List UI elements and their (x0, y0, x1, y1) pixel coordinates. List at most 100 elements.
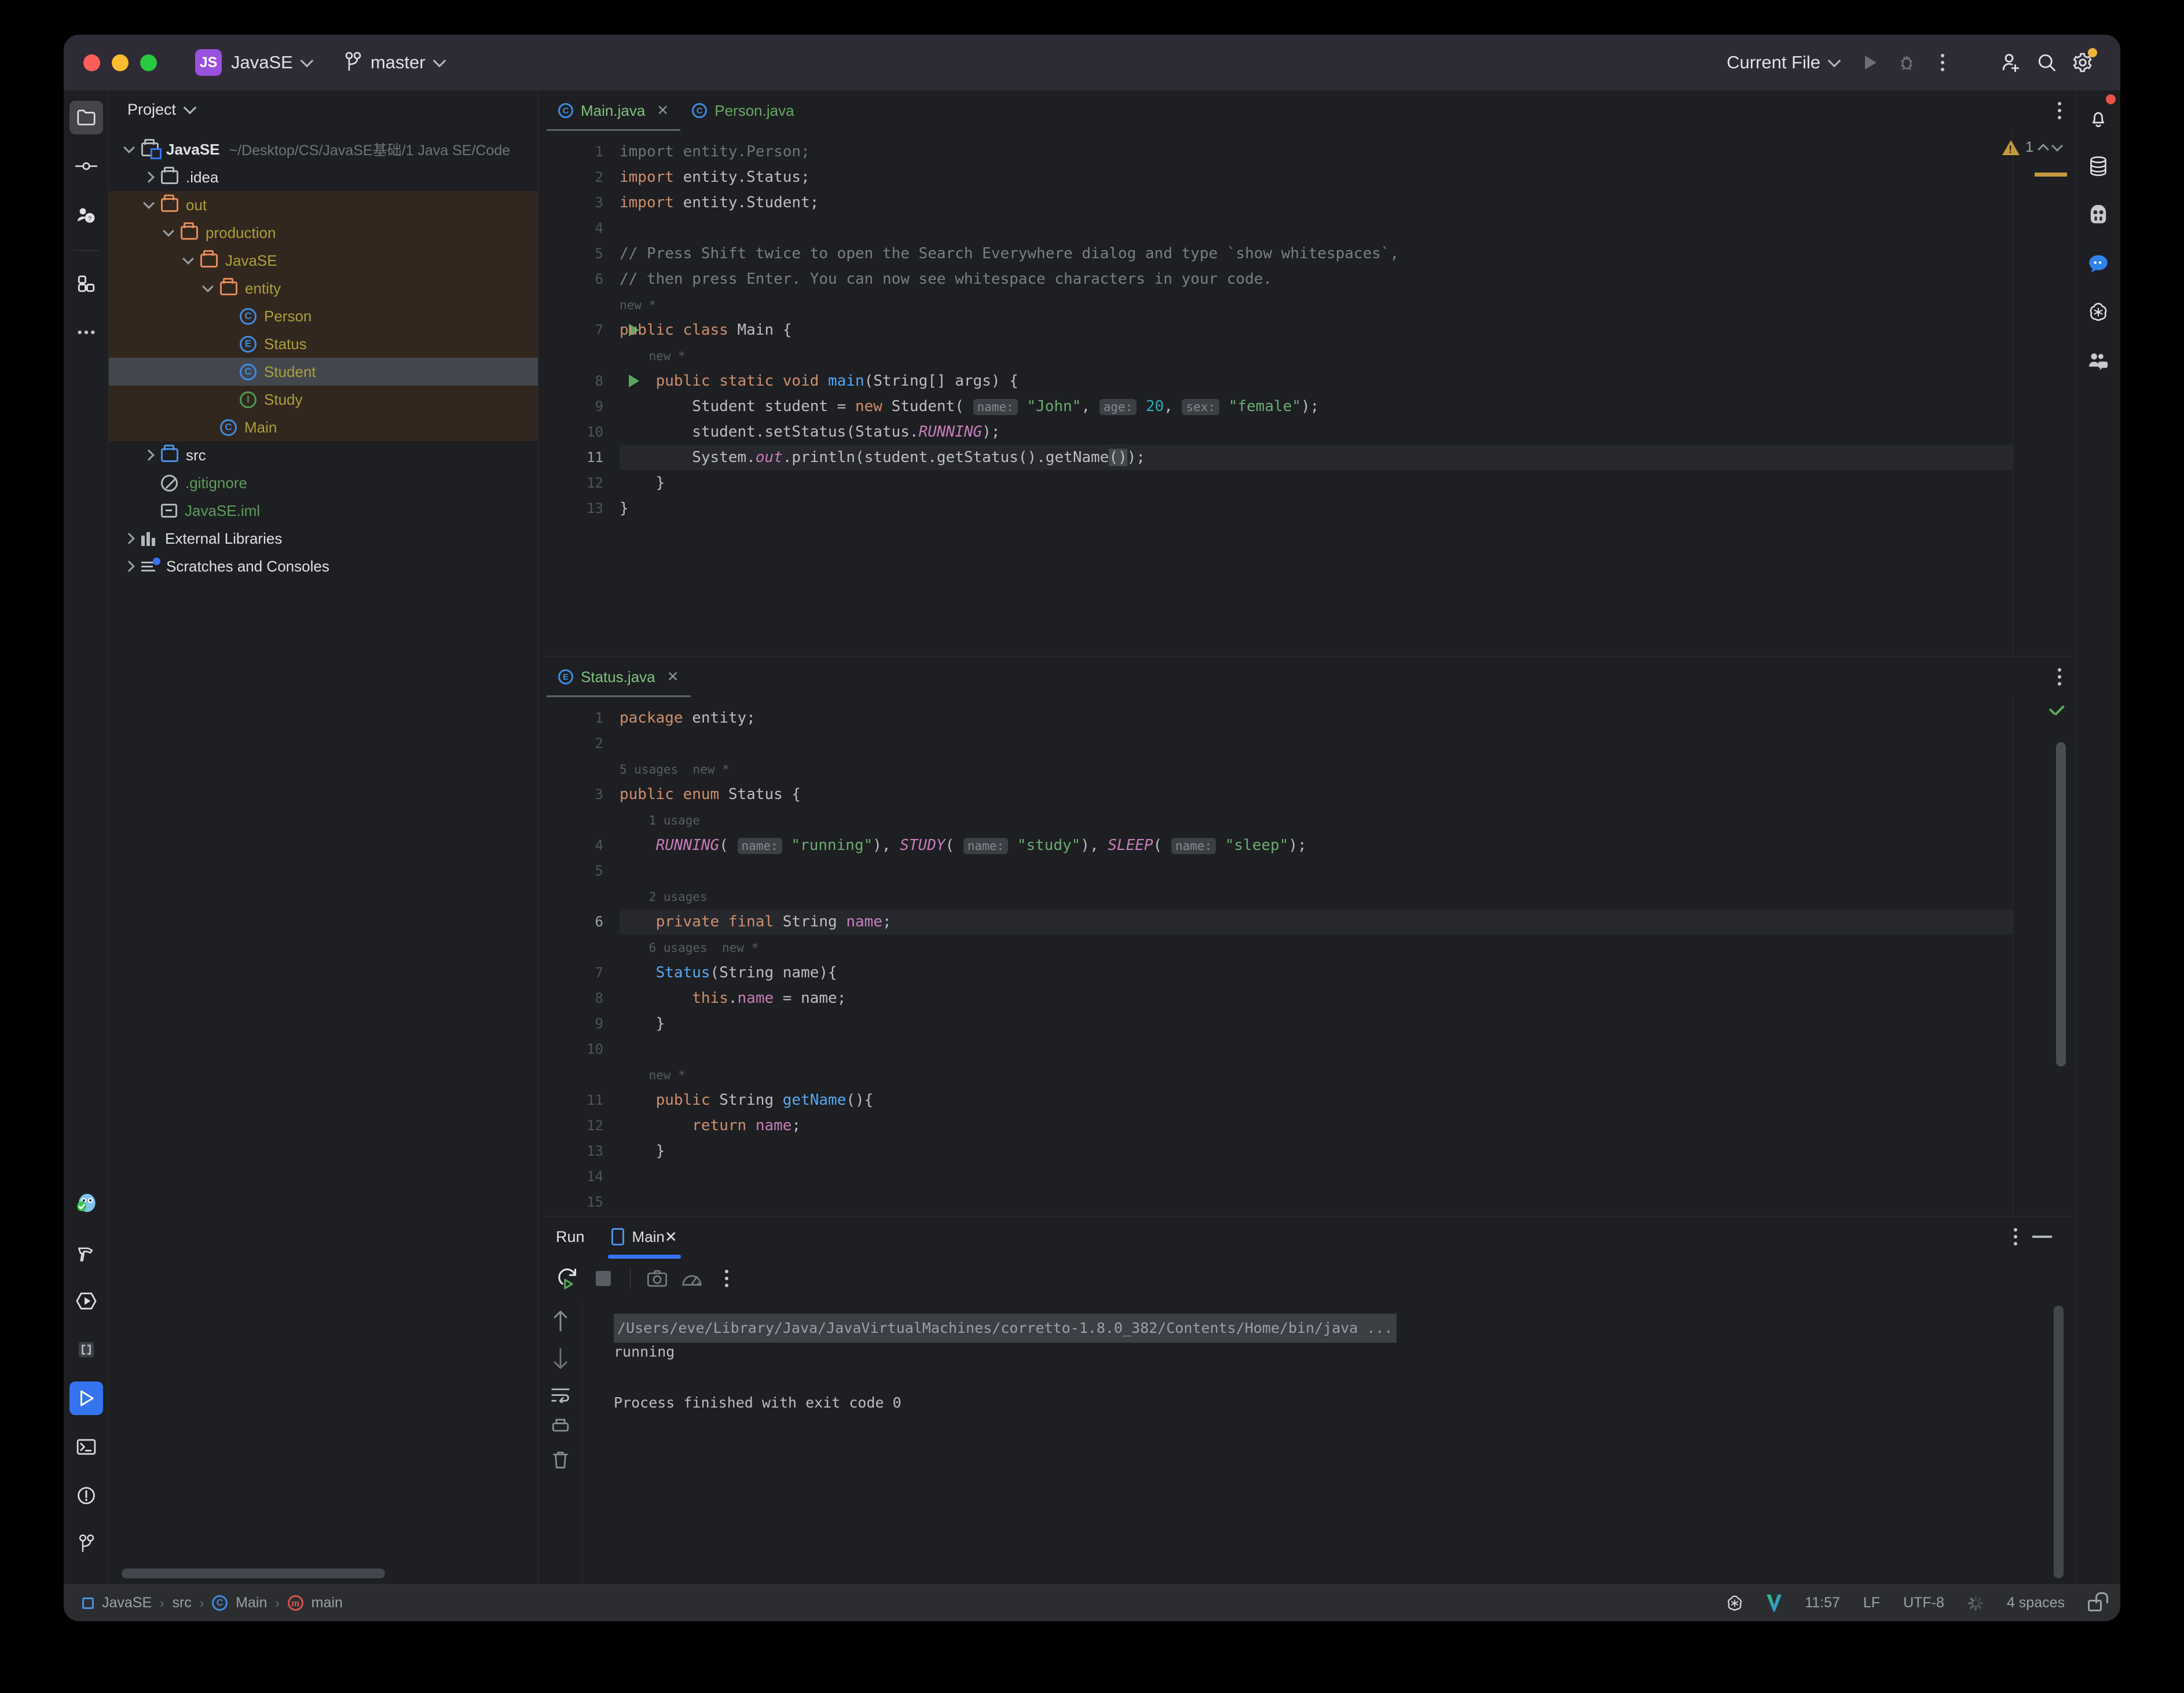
project-tree[interactable]: JavaSE~/Desktop/CS/JavaSE基础/1 Java SE/Co… (109, 129, 538, 1569)
close-tab-icon[interactable]: ✕ (667, 670, 679, 684)
expand-arrow-icon[interactable] (143, 171, 155, 183)
warning-marker[interactable] (2035, 173, 2067, 177)
expand-arrow-icon[interactable] (143, 449, 155, 461)
project-panel-header[interactable]: Project (109, 90, 538, 129)
branch-selector[interactable]: master (344, 52, 444, 74)
expand-arrow-icon[interactable] (123, 533, 135, 544)
editor-body-top[interactable]: 123456 7 8910111213 import entity.Person… (538, 131, 2075, 656)
editor-vertical-scrollbar[interactable] (2056, 742, 2066, 1067)
tool-window-project[interactable] (69, 101, 103, 134)
tree-node-external-libraries[interactable]: External Libraries (109, 525, 538, 552)
code-vision-hint[interactable]: new * (620, 292, 2013, 317)
tool-window-chat[interactable] (2082, 247, 2115, 280)
rerun-button[interactable] (552, 1262, 585, 1295)
console-scrollbar[interactable] (2054, 1306, 2064, 1578)
indent-label[interactable]: 4 spaces (2007, 1595, 2065, 1611)
scroll-up-icon[interactable] (552, 1309, 569, 1332)
code-vision-hint[interactable]: new * (620, 343, 2013, 368)
vim-icon[interactable] (1767, 1595, 1782, 1612)
editor-options-icon[interactable] (2058, 102, 2061, 119)
tool-window-problems[interactable] (69, 1479, 103, 1512)
tree-node-status[interactable]: EStatus (109, 330, 538, 358)
editor-gutter-top[interactable]: 123456 7 8910111213 (538, 131, 620, 656)
breadcrumb-item-class[interactable]: Main (236, 1595, 267, 1611)
clear-all-icon[interactable] (551, 1450, 570, 1470)
run-more-options-button[interactable] (710, 1262, 743, 1295)
editor-options-icon[interactable] (2058, 668, 2061, 686)
minimize-icon[interactable] (2032, 1236, 2052, 1238)
stop-button[interactable] (587, 1262, 620, 1295)
more-options-icon[interactable] (2014, 1228, 2017, 1245)
next-problem-icon[interactable] (2051, 140, 2063, 152)
tree-node-production[interactable]: production (109, 219, 538, 247)
tree-node-person[interactable]: CPerson (109, 302, 538, 330)
tree-node-scratches-and-consoles[interactable]: Scratches and Consoles (109, 552, 538, 580)
search-everywhere-button[interactable] (2029, 45, 2065, 80)
code-vision-label[interactable]: 5 usages new * (620, 763, 730, 776)
minimize-window-button[interactable] (112, 54, 129, 71)
collapse-arrow-icon[interactable] (123, 142, 135, 153)
tree-node-javase[interactable]: JavaSE (109, 247, 538, 274)
editor-gutter-bottom[interactable]: 12 3 45 6 78910 1112131415 (538, 697, 620, 1216)
tool-window-build[interactable] (69, 1236, 103, 1269)
more-tool-windows-button[interactable] (69, 316, 103, 349)
tool-window-ai-assistant[interactable] (2082, 198, 2115, 232)
tree-node-javase[interactable]: JavaSE~/Desktop/CS/JavaSE基础/1 Java SE/Co… (109, 135, 538, 163)
tree-node--gitignore[interactable]: .gitignore (109, 469, 538, 497)
tool-window-code-with-me[interactable] (2082, 344, 2115, 378)
tool-window-bookmarks[interactable] (69, 1333, 103, 1366)
soft-wrap-icon[interactable] (551, 1386, 570, 1403)
tool-window-notifications[interactable] (2082, 101, 2115, 134)
tool-window-terminal[interactable] (69, 1430, 103, 1464)
line-separator-label[interactable]: LF (1863, 1595, 1880, 1611)
code-vision-hint[interactable]: 2 usages (620, 884, 2013, 909)
scroll-down-icon[interactable] (552, 1347, 569, 1370)
breadcrumb-item-method[interactable]: main (312, 1595, 343, 1611)
tree-node-study[interactable]: IStudy (109, 386, 538, 413)
tree-node-entity[interactable]: entity (109, 274, 538, 302)
add-user-button[interactable] (1993, 45, 2029, 80)
tree-node-javase-iml[interactable]: JavaSE.iml (109, 497, 538, 525)
run-button[interactable] (1853, 45, 1889, 80)
code-vision-label[interactable]: 1 usage (620, 813, 700, 827)
code-vision-label[interactable]: new * (620, 349, 686, 363)
tool-window-run[interactable] (69, 1381, 103, 1415)
tree-node-main[interactable]: CMain (109, 413, 538, 441)
tree-node-student[interactable]: CStudent (109, 358, 538, 386)
print-icon[interactable] (551, 1418, 570, 1435)
code-vision-label[interactable]: new * (620, 1068, 686, 1082)
openai-icon[interactable] (1726, 1595, 1743, 1612)
tool-window-database[interactable] (2082, 149, 2115, 183)
editor-tab-main-java[interactable]: C Main.java ✕ (547, 90, 680, 131)
screenshot-button[interactable] (641, 1262, 673, 1295)
debug-button[interactable] (1889, 45, 1925, 80)
no-problems-checkmark-icon[interactable] (2049, 705, 2066, 716)
collapse-arrow-icon[interactable] (182, 253, 194, 265)
run-tab-main[interactable]: Main ✕ (603, 1216, 686, 1257)
project-selector[interactable]: JavaSE (222, 52, 312, 73)
code-vision-label[interactable]: 2 usages (620, 890, 708, 904)
maximize-window-button[interactable] (140, 54, 157, 71)
tool-window-pull-requests[interactable]: ? (69, 198, 103, 232)
expand-arrow-icon[interactable] (123, 560, 135, 572)
editor-tab-status-java[interactable]: E Status.java ✕ (547, 657, 691, 697)
code-vision-hint[interactable]: 1 usage (620, 807, 2013, 833)
tree-node-src[interactable]: src (109, 441, 538, 469)
run-configuration-selector[interactable]: Current File (1717, 52, 1839, 73)
editor-body-bottom[interactable]: 12 3 45 6 78910 1112131415 package entit… (538, 697, 2075, 1216)
profiler-button[interactable] (676, 1262, 708, 1295)
tool-window-plugins[interactable] (69, 267, 103, 301)
more-actions-button[interactable] (1925, 45, 1961, 80)
inspection-widget[interactable]: 1 (2002, 139, 2061, 156)
tree-node-out[interactable]: out (109, 191, 538, 219)
editor-code-bottom[interactable]: package entity; 5 usages new *public enu… (620, 697, 2013, 1216)
collapse-arrow-icon[interactable] (202, 281, 214, 292)
editor-code-top[interactable]: import entity.Person;import entity.Statu… (620, 131, 2013, 656)
breadcrumb-item-module[interactable]: JavaSE (102, 1595, 152, 1611)
clock-label[interactable]: 11:57 (1805, 1595, 1840, 1611)
code-vision-hint[interactable]: 5 usages new * (620, 756, 2013, 782)
settings-button[interactable] (2065, 45, 2101, 80)
previous-problem-icon[interactable] (2038, 144, 2049, 155)
tool-window-openai[interactable] (2082, 295, 2115, 329)
close-tab-icon[interactable]: ✕ (665, 1228, 677, 1246)
